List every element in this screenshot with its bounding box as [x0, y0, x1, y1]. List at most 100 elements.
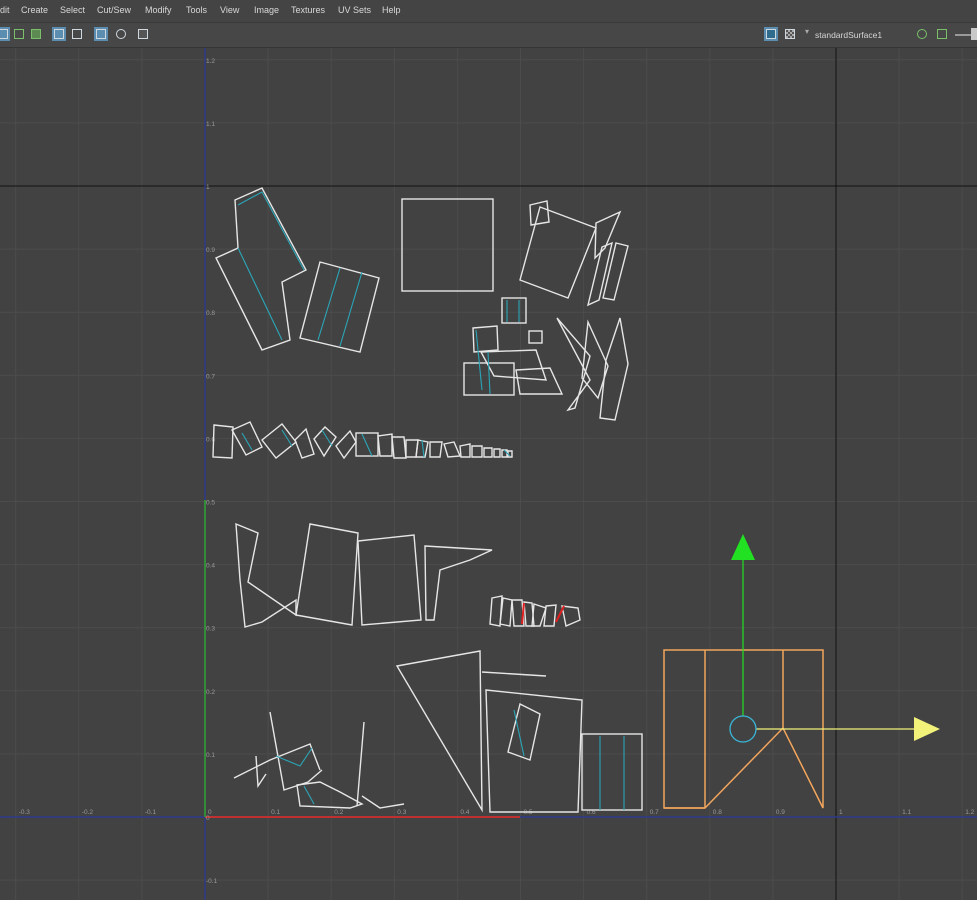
axis-tick-labels: -0.3 -0.2 -0.1 0 0.1 0.2 0.3 0.4 0.5 0.6 0.7 0.8 0.9… — [19, 58, 975, 885]
uv-shell — [261, 423, 297, 459]
uv-shell — [313, 426, 337, 458]
uv-shell — [581, 733, 643, 811]
v-tick-label: 0.7 — [206, 373, 215, 380]
u-tick-label: 0.8 — [713, 809, 722, 816]
uv-shell-toggle-button[interactable] — [0, 27, 10, 41]
uv-shell — [543, 604, 557, 627]
uv-shell — [335, 429, 357, 460]
seam-line — [237, 247, 283, 341]
uv-shell — [395, 650, 483, 813]
seam-line — [241, 432, 253, 451]
uv-shell — [377, 433, 393, 457]
menu-modify[interactable]: Modify — [145, 5, 172, 15]
u-tick-label: 0.9 — [776, 809, 785, 816]
u-tick-label: -0.2 — [82, 809, 94, 816]
uv-canvas[interactable]: -0.3 -0.2 -0.1 0 0.1 0.2 0.3 0.4 0.5 0.6 0.7 0.8 0.9… — [0, 48, 977, 900]
menu-edit[interactable]: dit — [0, 5, 10, 15]
v-tick-label: 0.8 — [206, 310, 215, 317]
uv-shell — [561, 605, 581, 627]
uv-shell — [483, 447, 493, 458]
seam-line — [421, 439, 425, 458]
seam-line — [361, 433, 373, 457]
grid-display-button[interactable] — [52, 27, 66, 41]
uv-shell — [299, 261, 380, 353]
uv-shell — [357, 534, 422, 626]
uv-shell — [529, 200, 550, 226]
red-seam — [555, 605, 565, 623]
u-tick-label: 1 — [839, 809, 843, 816]
texture-dropdown-arrow-icon[interactable]: ▾ — [805, 27, 809, 36]
uv-shell — [235, 522, 297, 628]
uv-shell — [471, 445, 483, 458]
uv-viewport[interactable]: -0.3 -0.2 -0.1 0 0.1 0.2 0.3 0.4 0.5 0.6 0.7 0.8 0.9… — [0, 48, 977, 900]
uv-shell — [296, 781, 364, 809]
menu-uv-sets[interactable]: UV Sets — [338, 5, 371, 15]
v-tick-label: 0.1 — [206, 752, 215, 759]
snap-grid-button[interactable] — [94, 27, 108, 41]
distortion-shader-icon[interactable] — [12, 27, 26, 41]
move-manipulator[interactable] — [729, 534, 940, 743]
menu-view[interactable]: View — [220, 5, 239, 15]
menu-create[interactable]: Create — [21, 5, 48, 15]
uv-shell — [481, 671, 547, 677]
checker-map-icon[interactable] — [783, 27, 797, 41]
seam-line — [317, 267, 341, 341]
v-tick-label: 0 — [206, 815, 210, 822]
u-tick-label: 0.7 — [650, 809, 659, 816]
seam-line — [303, 785, 315, 805]
uv-shell — [424, 545, 493, 621]
material-selector[interactable]: standardSurface1 — [815, 28, 910, 42]
uv-shells — [212, 187, 643, 813]
uv-shell — [602, 242, 629, 301]
display-image-button[interactable] — [764, 27, 778, 41]
v-arrow-icon[interactable] — [731, 534, 755, 560]
uv-shell — [599, 317, 629, 421]
menu-cut-sew[interactable]: Cut/Sew — [97, 5, 131, 15]
uv-shell — [501, 297, 527, 324]
uv-shell — [401, 198, 494, 292]
u-arrow-icon[interactable] — [914, 717, 940, 741]
uv-shell — [459, 443, 471, 458]
menu-select[interactable]: Select — [60, 5, 85, 15]
shaded-uv-icon[interactable] — [29, 27, 43, 41]
exposure-slider-handle[interactable] — [971, 28, 977, 40]
v-tick-label: 0.9 — [206, 247, 215, 254]
snapshot-camera-icon[interactable] — [136, 27, 150, 41]
uv-shell — [429, 441, 443, 458]
filtered-grid-icon[interactable] — [70, 27, 84, 41]
menu-textures[interactable]: Textures — [291, 5, 325, 15]
u-tick-label: 0.1 — [271, 809, 280, 816]
center-handle-icon[interactable] — [729, 715, 757, 743]
uv-red-seams — [521, 602, 565, 625]
menu-help[interactable]: Help — [382, 5, 401, 15]
v-tick-label: 1.2 — [206, 58, 215, 65]
uv-shell — [269, 711, 323, 791]
uv-shell — [361, 795, 405, 809]
uv-shell — [212, 424, 234, 459]
refresh-texture-icon[interactable] — [915, 27, 929, 41]
v-tick-label: 1.1 — [206, 121, 215, 128]
toolbar: ▾ standardSurface1 — [0, 23, 977, 48]
uv-shell — [556, 317, 591, 412]
u-tick-label: 0.4 — [460, 809, 469, 816]
uv-shell — [493, 448, 501, 458]
uv-shell — [507, 702, 541, 761]
u-tick-label: 1.1 — [902, 809, 911, 816]
u-tick-label: 0.3 — [397, 809, 406, 816]
menu-tools[interactable]: Tools — [186, 5, 207, 15]
u-tick-label: 1.2 — [965, 809, 974, 816]
uv-shell — [356, 721, 365, 807]
menu-image[interactable]: Image — [254, 5, 279, 15]
u-tick-label: -0.3 — [19, 809, 31, 816]
image-options-icon[interactable] — [935, 27, 949, 41]
v-tick-label: 0.3 — [206, 626, 215, 633]
uv-shell — [594, 210, 622, 260]
uv-editor-window: dit Create Select Cut/Sew Modify Tools V… — [0, 0, 977, 900]
v-tick-label: 0.2 — [206, 689, 215, 696]
menu-bar: dit Create Select Cut/Sew Modify Tools V… — [0, 0, 977, 23]
uv-shell — [255, 755, 267, 789]
pixel-snap-icon[interactable] — [114, 27, 128, 41]
uv-shell — [528, 330, 543, 344]
v-tick-label: 1 — [206, 184, 210, 191]
uv-shell — [294, 427, 315, 459]
